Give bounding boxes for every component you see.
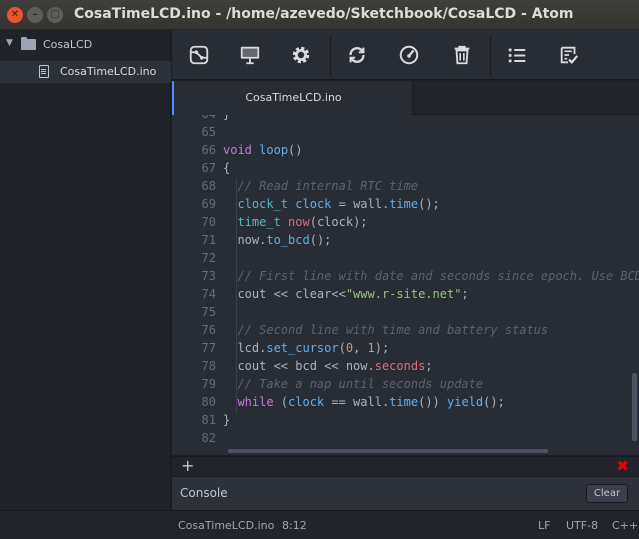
line-number: 76 (201, 323, 216, 337)
status-file-name[interactable]: CosaTimeLCD.ino (178, 519, 274, 532)
minimize-window-button[interactable]: – (27, 7, 43, 23)
line-number-gutter: 64 65 66 67 68 69 70 71 72 73 74 75 76 7… (172, 115, 216, 455)
folder-icon (21, 37, 36, 50)
clear-button[interactable]: Clear (586, 484, 628, 503)
console-header: + ✖ (172, 456, 639, 476)
maximize-window-button[interactable]: □ (47, 7, 63, 23)
code-line: { (223, 161, 231, 175)
list-icon[interactable] (499, 38, 535, 72)
code-line: lcd.set_cursor(0, 1); (223, 341, 390, 355)
line-number: 71 (201, 233, 216, 247)
tab-cosatimelcd[interactable]: CosaTimeLCD.ino (172, 81, 413, 115)
toolbar-separator (490, 36, 491, 76)
code-line: // Second line with time and battery sta… (237, 323, 549, 337)
trash-icon[interactable] (444, 38, 480, 72)
file-encoding[interactable]: UTF-8 (566, 519, 598, 532)
vertical-scrollbar[interactable] (632, 373, 637, 441)
line-number: 69 (201, 197, 216, 211)
chevron-down-icon[interactable]: ▼ (6, 38, 13, 48)
tree-view: ▼ CosaLCD CosaTimeLCD.ino (0, 30, 171, 510)
line-number: 82 (201, 431, 216, 445)
code-editor[interactable]: 64 65 66 67 68 69 70 71 72 73 74 75 76 7… (172, 115, 639, 455)
line-number: 66 (201, 143, 216, 157)
line-number: 68 (201, 179, 216, 193)
line-number: 64 (176, 115, 216, 121)
add-icon[interactable]: + (181, 456, 194, 475)
horizontal-scrollbar[interactable] (228, 449, 548, 453)
tree-file-item[interactable]: CosaTimeLCD.ino (0, 61, 171, 83)
gear-icon[interactable] (283, 38, 319, 72)
code-line: time_t now(clock); (237, 215, 368, 229)
console-label: Console (180, 486, 228, 500)
tree-root-folder[interactable]: ▼ CosaLCD (0, 34, 171, 56)
code-line: cout << clear<<"www.r-site.net"; (223, 287, 469, 301)
line-number: 72 (201, 251, 216, 265)
toolbar (172, 30, 639, 80)
tree-file-label: CosaTimeLCD.ino (60, 65, 157, 78)
line-number: 81 (201, 413, 216, 427)
line-number: 73 (201, 269, 216, 283)
cursor-position[interactable]: 8:12 (282, 519, 307, 532)
code-line: } (223, 413, 231, 427)
circuit-board-icon[interactable] (181, 38, 217, 72)
code-line: void loop() (223, 143, 303, 157)
title-bar: ✕ – □ CosaTimeLCD.ino - /home/azevedo/Sk… (0, 0, 639, 30)
code-line: // Read internal RTC time (237, 179, 419, 193)
refresh-icon[interactable] (339, 38, 375, 72)
tree-root-label: CosaLCD (43, 38, 93, 51)
console-panel: Console Clear (172, 476, 639, 510)
code-line: now.to_bcd(); (223, 233, 332, 247)
line-number: 65 (201, 125, 216, 139)
window-title: CosaTimeLCD.ino - /home/azevedo/Sketchbo… (74, 6, 574, 22)
close-console-icon[interactable]: ✖ (616, 457, 629, 475)
file-icon (39, 65, 49, 78)
toolbar-separator (330, 36, 331, 76)
checklist-icon[interactable] (551, 38, 587, 72)
code-line: cout << bcd << now.seconds; (223, 359, 433, 373)
grammar-selector[interactable]: C++ (612, 519, 638, 532)
line-ending[interactable]: LF (538, 519, 550, 532)
line-number: 79 (201, 377, 216, 391)
tab-label: CosaTimeLCD.ino (245, 91, 342, 104)
code-line: } (223, 115, 230, 121)
line-number: 67 (201, 161, 216, 175)
line-number: 70 (201, 215, 216, 229)
line-number: 80 (201, 395, 216, 409)
tab-bar: CosaTimeLCD.ino (172, 81, 639, 115)
status-bar: CosaTimeLCD.ino 8:12 LF UTF-8 C++ (0, 510, 639, 539)
code-line: // Take a nap until seconds update (237, 377, 484, 391)
code-line: // First line with date and seconds sinc… (237, 269, 639, 283)
close-window-button[interactable]: ✕ (7, 7, 23, 23)
gauge-icon[interactable] (391, 38, 427, 72)
line-number: 75 (201, 305, 216, 319)
line-number: 74 (201, 287, 216, 301)
line-number: 78 (201, 359, 216, 373)
line-number: 77 (201, 341, 216, 355)
code-line: clock_t clock = wall.time(); (237, 197, 440, 211)
monitor-icon[interactable] (232, 38, 268, 72)
code-line: while (clock == wall.time()) yield(); (237, 395, 505, 409)
